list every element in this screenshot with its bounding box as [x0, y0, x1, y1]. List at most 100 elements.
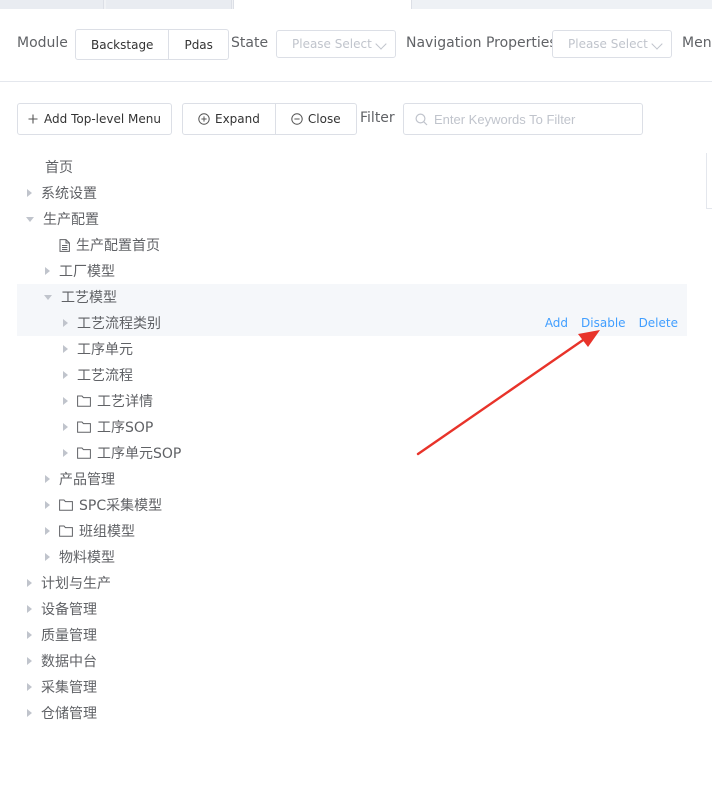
caret-right-icon[interactable] — [27, 683, 32, 691]
menu-label: Menu — [682, 35, 712, 51]
caret-right-icon[interactable] — [27, 605, 32, 613]
header-divider — [0, 81, 712, 82]
state-select-placeholder: Please Select — [292, 37, 372, 51]
tree-node-label: 工序单元SOP — [97, 446, 182, 462]
tree-node-label: 产品管理 — [59, 472, 115, 488]
tree-node-warehouse-management[interactable]: 仓储管理 — [17, 700, 687, 726]
tree-node-process-flow-category[interactable]: 工艺流程类别 Add Disable Delete — [17, 310, 687, 336]
module-label: Module — [17, 35, 68, 51]
caret-right-icon[interactable] — [63, 423, 68, 431]
tree-node-label: 数据中台 — [41, 654, 97, 670]
tree-node-factory-model[interactable]: 工厂模型 — [17, 258, 687, 284]
caret-right-icon[interactable] — [63, 449, 68, 457]
caret-right-icon[interactable] — [27, 631, 32, 639]
chevron-down-icon — [651, 38, 663, 50]
chevron-down-icon — [375, 38, 387, 50]
tree-node-product-management[interactable]: 产品管理 — [17, 466, 687, 492]
tree-node-system-settings[interactable]: 系统设置 — [17, 180, 687, 206]
caret-down-icon[interactable] — [26, 216, 34, 222]
caret-right-icon[interactable] — [63, 319, 68, 327]
tree-node-label: 生产配置首页 — [76, 238, 160, 254]
document-icon — [59, 238, 70, 252]
filter-label: Filter — [360, 110, 395, 126]
navigation-properties-select[interactable]: Please Select — [552, 30, 672, 58]
tree-node-label: 工艺模型 — [61, 290, 117, 306]
tree-node-label: 首页 — [45, 160, 73, 176]
add-top-level-menu-button[interactable]: Add Top-level Menu — [17, 103, 172, 135]
tree-node-process-flow[interactable]: 工艺流程 — [17, 362, 687, 388]
caret-right-icon[interactable] — [63, 345, 68, 353]
folder-icon — [59, 525, 73, 537]
tree-node-label: 仓储管理 — [41, 706, 97, 722]
tree-node-team-model[interactable]: 班组模型 — [17, 518, 687, 544]
state-label: State — [231, 35, 269, 51]
tree-node-production-config-home[interactable]: 生产配置首页 — [17, 232, 687, 258]
folder-icon — [77, 447, 91, 459]
folder-icon — [77, 421, 91, 433]
tree-node-data-platform[interactable]: 数据中台 — [17, 648, 687, 674]
tree-node-process-unit[interactable]: 工序单元 — [17, 336, 687, 362]
caret-right-icon[interactable] — [63, 397, 68, 405]
tree-node-production-config[interactable]: 生产配置 — [17, 206, 687, 232]
tree-node-process-sop[interactable]: 工序SOP — [17, 414, 687, 440]
tree-node-equipment-management[interactable]: 设备管理 — [17, 596, 687, 622]
tree-node-label: 设备管理 — [41, 602, 97, 618]
tree-node-label: 系统设置 — [41, 186, 97, 202]
expand-button[interactable]: Expand — [183, 104, 276, 134]
caret-right-icon[interactable] — [45, 553, 50, 561]
caret-right-icon[interactable] — [45, 501, 50, 509]
tree-node-process-detail[interactable]: 工艺详情 — [17, 388, 687, 414]
tree-node-material-model[interactable]: 物料模型 — [17, 544, 687, 570]
tree-node-planning-production[interactable]: 计划与生产 — [17, 570, 687, 596]
disable-link[interactable]: Disable — [581, 316, 626, 330]
tab-1[interactable] — [0, 0, 104, 9]
tree-node-label: 工艺流程 — [77, 368, 133, 384]
tree-node-home[interactable]: 首页 — [17, 154, 687, 180]
close-button[interactable]: Close — [276, 104, 356, 134]
filter-field — [403, 103, 643, 135]
caret-right-icon[interactable] — [45, 527, 50, 535]
circle-plus-icon — [198, 113, 210, 125]
tab-strip-filler — [412, 0, 712, 9]
caret-down-icon[interactable] — [44, 294, 52, 300]
navigation-properties-label: Navigation Properties — [406, 35, 557, 51]
add-top-level-menu-label: Add Top-level Menu — [44, 112, 161, 126]
tree-node-label: 班组模型 — [79, 524, 135, 540]
tab-strip — [0, 0, 712, 9]
state-select[interactable]: Please Select — [276, 30, 396, 58]
close-label: Close — [307, 112, 341, 126]
caret-right-icon[interactable] — [27, 579, 32, 587]
filter-input[interactable] — [434, 104, 639, 134]
right-panel-edge — [706, 153, 712, 209]
expand-close-group: Expand Close — [182, 103, 357, 135]
tab-2[interactable] — [106, 0, 232, 9]
navigation-select-placeholder: Please Select — [568, 37, 648, 51]
tree-node-label: SPC采集模型 — [79, 498, 163, 514]
caret-right-icon[interactable] — [63, 371, 68, 379]
tree-node-label: 计划与生产 — [41, 576, 111, 592]
tab-active[interactable] — [233, 0, 412, 9]
circle-minus-icon — [291, 113, 303, 125]
module-option-backstage[interactable]: Backstage — [76, 30, 170, 60]
tree-node-label: 工艺流程类别 — [77, 316, 161, 332]
add-link[interactable]: Add — [545, 316, 568, 330]
tree-node-label: 工厂模型 — [59, 264, 115, 280]
caret-right-icon[interactable] — [27, 709, 32, 717]
tree-node-spc-collection-model[interactable]: SPC采集模型 — [17, 492, 687, 518]
tree-node-label: 生产配置 — [43, 212, 99, 228]
caret-right-icon[interactable] — [45, 475, 50, 483]
caret-right-icon[interactable] — [27, 189, 32, 197]
folder-icon — [59, 499, 73, 511]
tree-node-process-unit-sop[interactable]: 工序单元SOP — [17, 440, 687, 466]
folder-icon — [77, 395, 91, 407]
tree-node-collection-management[interactable]: 采集管理 — [17, 674, 687, 700]
caret-right-icon[interactable] — [45, 267, 50, 275]
caret-right-icon[interactable] — [27, 657, 32, 665]
module-option-pdas[interactable]: Pdas — [169, 30, 227, 60]
delete-link[interactable]: Delete — [639, 316, 678, 330]
tree-node-label: 工序SOP — [97, 420, 154, 436]
tree-node-process-model[interactable]: 工艺模型 — [17, 284, 687, 310]
module-radio-group: Backstage Pdas — [75, 29, 229, 60]
expand-label: Expand — [215, 112, 260, 126]
tree-node-quality-management[interactable]: 质量管理 — [17, 622, 687, 648]
